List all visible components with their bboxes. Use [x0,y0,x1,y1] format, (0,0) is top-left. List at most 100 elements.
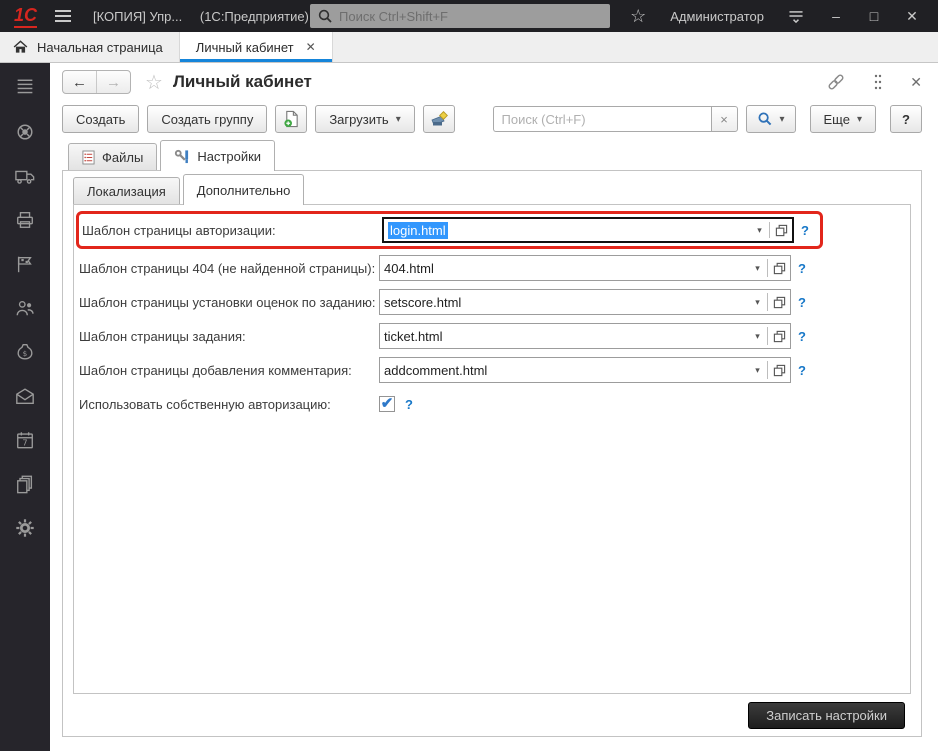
mail-icon[interactable] [9,385,41,407]
help-link[interactable]: ? [798,295,806,310]
user-name[interactable]: Администратор [670,9,764,24]
help-link[interactable]: ? [405,397,413,412]
open-icon[interactable] [770,219,792,241]
404-template-input[interactable]: 404.html ▾ [379,255,791,281]
field-ticket-template: Шаблон страницы задания: ticket.html ▾ ? [79,319,910,353]
input-value: addcomment.html [384,363,487,378]
additional-settings-form: Шаблон страницы авторизации: login.html … [73,204,911,694]
search-options-button[interactable]: ▾ [746,105,796,133]
more-button[interactable]: Еще ▾ [810,105,876,133]
help-link[interactable]: ? [801,223,809,238]
field-setscore-template: Шаблон страницы установки оценок по зада… [79,285,910,319]
field-auth-template: Шаблон страницы авторизации: login.html … [82,214,820,246]
dropdown-arrow-icon[interactable]: ▾ [748,358,767,382]
form-header: ← → ☆ Личный кабинет [50,63,938,101]
highlight-annotation: Шаблон страницы авторизации: login.html … [76,211,823,249]
dropdown-arrow-icon[interactable]: ▾ [748,324,767,348]
svg-text:7: 7 [22,437,27,447]
help-link[interactable]: ? [798,261,806,276]
favorites-icon[interactable]: ☆ [628,6,648,26]
tab-personal-cabinet[interactable]: Личный кабинет ✕ [180,32,333,62]
tab-settings-label: Настройки [197,149,261,164]
sidebar-menu-icon[interactable] [9,75,41,97]
clear-search-icon[interactable]: × [711,106,738,132]
titlebar: 1С [КОПИЯ] Упр... (1С:Предприятие) [0,0,938,32]
tab-localization[interactable]: Локализация [73,177,180,205]
favorite-star-icon[interactable]: ☆ [145,70,163,95]
calendar-icon[interactable]: 7 [9,429,41,451]
ticket-template-input[interactable]: ticket.html ▾ [379,323,791,349]
main-menu-icon[interactable] [55,10,71,22]
settings-subtabs: Локализация Дополнительно [63,171,921,205]
save-settings-button[interactable]: Записать настройки [748,702,905,729]
tab-files[interactable]: Файлы [68,143,157,171]
addcomment-template-input[interactable]: addcomment.html ▾ [379,357,791,383]
list-search: × [493,106,738,132]
field-label: Шаблон страницы установки оценок по зада… [79,295,379,310]
open-icon[interactable] [768,256,790,280]
input-value: 404.html [384,261,434,276]
help-button[interactable]: ? [890,105,922,133]
documents-icon[interactable] [9,473,41,495]
setscore-template-input[interactable]: setscore.html ▾ [379,289,791,315]
close-form-button[interactable]: ✕ [910,74,922,91]
own-authorization-checkbox[interactable]: ✔ [379,396,395,412]
tab-close-icon[interactable]: ✕ [306,40,316,54]
create-group-button[interactable]: Создать группу [147,105,267,133]
flag-icon[interactable] [9,253,41,275]
tab-localization-label: Локализация [87,184,166,199]
open-icon[interactable] [768,324,790,348]
input-value: setscore.html [384,295,461,310]
back-button[interactable]: ← [63,71,97,93]
users-icon[interactable] [9,297,41,319]
gear-icon[interactable] [9,517,41,539]
more-dots-icon[interactable] [872,73,884,91]
global-search-field[interactable] [310,4,610,28]
field-404-template: Шаблон страницы 404 (не найденной страни… [79,251,910,285]
field-label: Шаблон страницы задания: [79,329,379,344]
settings-panel: Локализация Дополнительно Шаблон страниц… [62,170,922,737]
create-button[interactable]: Создать [62,105,139,133]
scan-icon [430,110,448,128]
dropdown-arrow-icon[interactable]: ▾ [750,219,769,241]
truck-icon[interactable] [9,165,41,187]
field-label: Шаблон страницы добавления комментария: [79,363,379,378]
list-search-input[interactable] [493,106,711,132]
minimize-button[interactable]: – [828,8,844,24]
printer-icon[interactable] [9,209,41,231]
service-menu-icon[interactable] [786,6,806,26]
tab-additional-label: Дополнительно [197,183,291,198]
auth-template-input[interactable]: login.html ▾ [382,217,794,243]
open-icon[interactable] [768,358,790,382]
app-name: (1С:Предприятие) [200,9,309,24]
window-title: [КОПИЯ] Упр... (1С:Предприятие) [93,9,309,24]
upload-button[interactable]: Загрузить ▾ [315,105,414,133]
titlebar-search-icon [317,8,333,24]
sidebar: $ 7 [0,63,50,751]
search-icon [757,111,773,127]
help-link[interactable]: ? [798,363,806,378]
open-icon[interactable] [768,290,790,314]
money-bag-icon[interactable]: $ [9,341,41,363]
checkmark-icon: ✔ [381,397,394,411]
tab-additional[interactable]: Дополнительно [183,174,305,205]
new-file-button[interactable] [275,105,307,133]
new-file-icon [283,110,300,128]
dropdown-arrow-icon[interactable]: ▾ [748,256,767,280]
forward-button[interactable]: → [97,71,130,93]
global-search-input[interactable] [337,8,610,25]
tab-home[interactable]: Начальная страница [0,32,180,62]
upload-label: Загрузить [329,112,388,127]
tab-settings[interactable]: Настройки [160,140,275,171]
scan-button[interactable] [423,105,455,133]
maximize-button[interactable]: □ [866,8,882,24]
link-icon[interactable] [826,72,846,92]
close-window-button[interactable]: ✕ [904,8,920,25]
tab-label: Личный кабинет [196,40,294,55]
target-icon[interactable] [9,121,41,143]
help-link[interactable]: ? [798,329,806,344]
tab-files-label: Файлы [102,150,143,165]
settings-tab-icon [174,149,190,164]
dropdown-arrow-icon[interactable]: ▾ [748,290,767,314]
1c-logo: 1С [14,5,37,28]
